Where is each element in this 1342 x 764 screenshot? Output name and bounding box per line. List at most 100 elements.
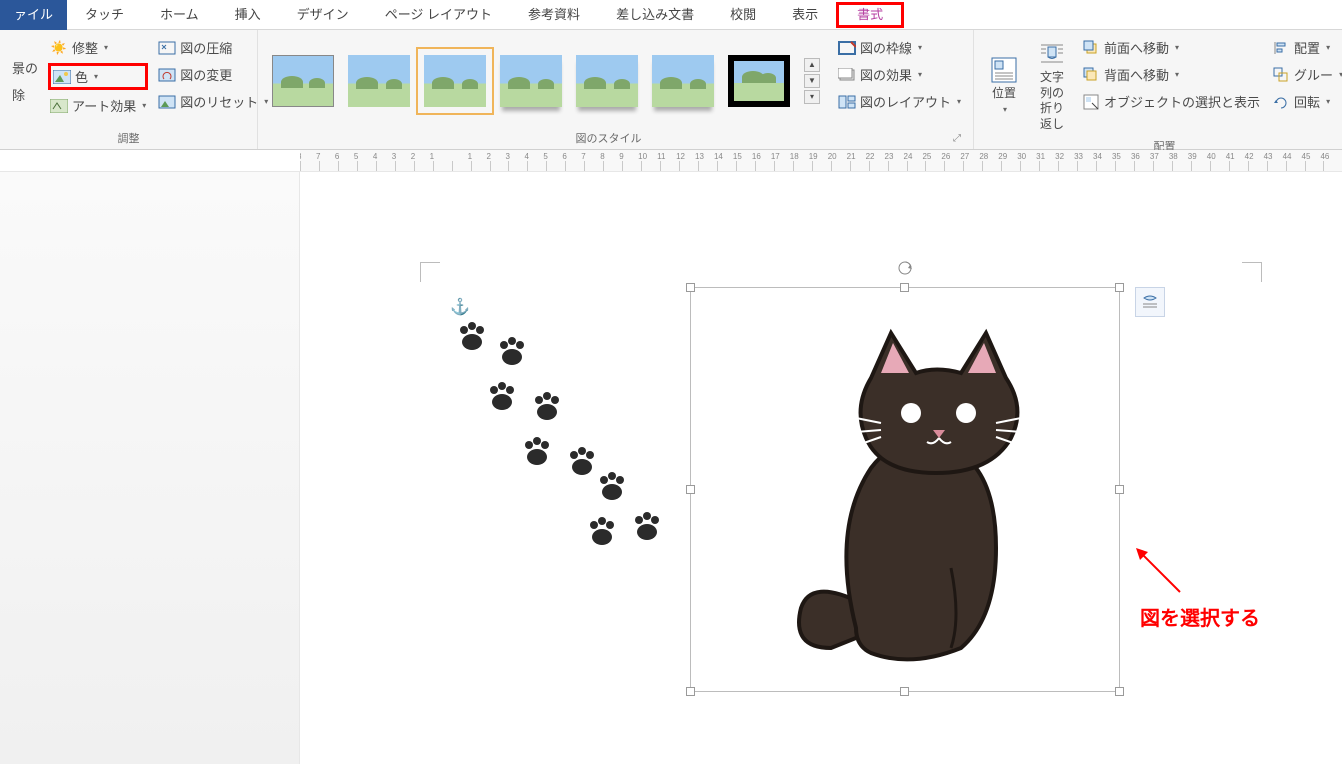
- color-button[interactable]: 色: [48, 63, 148, 90]
- picture-layout-icon: [838, 93, 856, 111]
- horizontal-ruler[interactable]: 8765432112345678910111213141516171819202…: [300, 150, 1342, 171]
- selection-pane-label: オブジェクトの選択と表示: [1104, 92, 1260, 111]
- bring-forward-icon: [1082, 39, 1100, 57]
- group-picture-styles: ▲ ▼ ▾ 図の枠線 図の効果: [258, 30, 974, 149]
- wrap-label2: 折り返し: [1036, 101, 1068, 132]
- style-thumb-5[interactable]: [576, 55, 638, 107]
- bring-forward-button[interactable]: 前面へ移動: [1080, 36, 1262, 59]
- selection-pane-icon: [1082, 93, 1100, 111]
- group-adjust-label: 調整: [6, 128, 251, 149]
- artistic-effects-button[interactable]: アート効果: [48, 94, 148, 117]
- corrections-button[interactable]: ☀️ 修整: [48, 36, 148, 59]
- annotation-arrow: [1130, 542, 1190, 602]
- tab-review[interactable]: 校閲: [712, 0, 774, 30]
- corrections-label: 修整: [72, 38, 98, 57]
- resize-handle-tr[interactable]: [1115, 283, 1124, 292]
- sun-icon: ☀️: [50, 39, 68, 57]
- remove-bg-label-top: 景の: [12, 58, 38, 77]
- change-label: 図の変更: [180, 65, 232, 84]
- style-thumb-6[interactable]: [652, 55, 714, 107]
- group-icon: [1272, 66, 1290, 84]
- tab-references[interactable]: 参考資料: [510, 0, 598, 30]
- resize-handle-l[interactable]: [686, 485, 695, 494]
- selected-picture[interactable]: [690, 287, 1120, 692]
- style-thumb-3[interactable]: [424, 55, 486, 107]
- gallery-scroll-up[interactable]: ▲: [804, 58, 820, 72]
- paw-prints-image[interactable]: [450, 312, 680, 562]
- compress-pictures-button[interactable]: 図の圧縮: [156, 36, 270, 59]
- align-icon: [1272, 39, 1290, 57]
- resize-handle-bl[interactable]: [686, 687, 695, 696]
- send-backward-icon: [1082, 66, 1100, 84]
- rotate-handle[interactable]: [897, 260, 913, 276]
- align-label: 配置: [1294, 38, 1320, 57]
- tab-format[interactable]: 書式: [836, 2, 904, 28]
- wrap-text-button[interactable]: 文字列の 折り返し: [1028, 34, 1076, 136]
- send-backward-button[interactable]: 背面へ移動: [1080, 63, 1262, 86]
- resize-handle-t[interactable]: [900, 283, 909, 292]
- position-caret: [1001, 101, 1007, 117]
- change-picture-icon: [158, 66, 176, 84]
- position-button[interactable]: 位置: [980, 34, 1028, 136]
- picture-layout-label: 図のレイアウト: [860, 92, 951, 111]
- tab-insert[interactable]: 挿入: [217, 0, 279, 30]
- bring-forward-label: 前面へ移動: [1104, 38, 1169, 57]
- position-label: 位置: [992, 86, 1016, 102]
- border-icon: [838, 39, 856, 57]
- tab-touch[interactable]: タッチ: [67, 0, 142, 30]
- reset-label: 図のリセット: [180, 92, 258, 111]
- tab-view[interactable]: 表示: [774, 0, 836, 30]
- border-label: 図の枠線: [860, 38, 912, 57]
- resize-handle-tl[interactable]: [686, 283, 695, 292]
- layout-options-button[interactable]: [1135, 287, 1165, 317]
- group-objects-button[interactable]: グルー: [1270, 63, 1342, 86]
- remove-background-button-2[interactable]: 除: [10, 83, 40, 106]
- reset-icon: [158, 93, 176, 111]
- resize-handle-br[interactable]: [1115, 687, 1124, 696]
- style-thumb-2[interactable]: [348, 55, 410, 107]
- selection-pane-button[interactable]: オブジェクトの選択と表示: [1080, 90, 1262, 113]
- picture-color-icon: [53, 68, 71, 86]
- send-backward-label: 背面へ移動: [1104, 65, 1169, 84]
- margin-corner-tr: [1242, 262, 1262, 282]
- tab-page-layout[interactable]: ページ レイアウト: [367, 0, 510, 30]
- gallery-more[interactable]: ▾: [804, 90, 820, 104]
- picture-layout-button[interactable]: 図のレイアウト: [836, 90, 963, 113]
- picture-effects-button[interactable]: 図の効果: [836, 63, 963, 86]
- ruler-corner: [0, 150, 300, 171]
- style-thumb-1[interactable]: [272, 55, 334, 107]
- document-page[interactable]: ⚓: [300, 172, 1342, 764]
- styles-dialog-launcher[interactable]: ⤢: [953, 133, 967, 144]
- color-label: 色: [75, 67, 88, 86]
- resize-handle-b[interactable]: [900, 687, 909, 696]
- resize-handle-r[interactable]: [1115, 485, 1124, 494]
- ribbon-tabs: ァイル タッチ ホーム 挿入 デザイン ページ レイアウト 参考資料 差し込み文…: [0, 0, 1342, 30]
- cat-illustration: [761, 318, 1051, 678]
- layout-options-icon: [1140, 292, 1160, 312]
- rotate-button[interactable]: 回転: [1270, 90, 1342, 113]
- align-button[interactable]: 配置: [1270, 36, 1342, 59]
- remove-bg-label: 除: [12, 85, 25, 104]
- tab-file[interactable]: ァイル: [0, 0, 67, 30]
- rotate-icon: [1272, 93, 1290, 111]
- change-picture-button[interactable]: 図の変更: [156, 63, 270, 86]
- wrap-icon: [1036, 38, 1068, 70]
- compress-icon: [158, 39, 176, 57]
- picture-border-button[interactable]: 図の枠線: [836, 36, 963, 59]
- annotation-text: 図を選択する: [1140, 602, 1260, 631]
- tab-home[interactable]: ホーム: [142, 0, 217, 30]
- compress-label: 図の圧縮: [180, 38, 232, 57]
- gallery-scroll-down[interactable]: ▼: [804, 74, 820, 88]
- group-objects-label: グルー: [1294, 65, 1333, 84]
- tab-mailings[interactable]: 差し込み文書: [598, 0, 712, 30]
- tab-design[interactable]: デザイン: [279, 0, 367, 30]
- style-thumb-4[interactable]: [500, 55, 562, 107]
- wrap-label1: 文字列の: [1036, 70, 1068, 101]
- reset-picture-button[interactable]: 図のリセット: [156, 90, 270, 113]
- group-arrange: 位置 文字列の 折り返し 前面へ移動: [974, 30, 1342, 149]
- remove-background-button[interactable]: 景の: [10, 56, 40, 79]
- style-thumb-7[interactable]: [728, 55, 790, 107]
- margin-corner-tl: [420, 262, 440, 282]
- ruler-area: 8765432112345678910111213141516171819202…: [0, 150, 1342, 172]
- group-styles-label: 図のスタイル: [264, 128, 953, 149]
